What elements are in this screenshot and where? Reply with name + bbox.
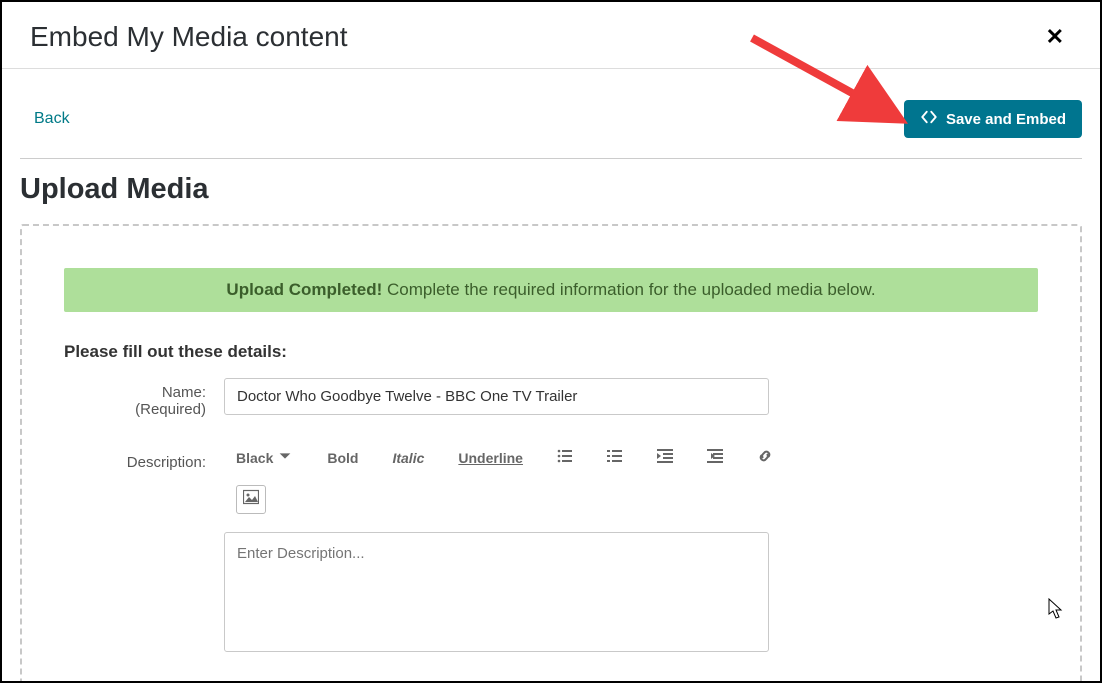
- form-instructions: Please fill out these details:: [64, 342, 1038, 362]
- insert-image-button[interactable]: [236, 485, 266, 514]
- name-label: Name: (Required): [64, 378, 224, 418]
- code-icon: [920, 110, 938, 128]
- save-and-embed-button[interactable]: Save and Embed: [904, 100, 1082, 138]
- link-button[interactable]: [757, 448, 773, 467]
- description-label: Description:: [64, 448, 224, 471]
- success-banner: Upload Completed! Complete the required …: [64, 268, 1038, 312]
- description-textarea[interactable]: [224, 532, 769, 652]
- name-label-text: Name:: [162, 384, 206, 401]
- numbered-list-icon: [607, 448, 623, 467]
- editor-toolbar-row2: [224, 485, 1038, 532]
- chevron-down-icon: [277, 448, 293, 467]
- name-row: Name: (Required): [64, 378, 1038, 418]
- description-field-col: Black Bold Italic Underline: [224, 448, 1038, 657]
- save-button-label: Save and Embed: [946, 111, 1066, 128]
- upload-panel: Upload Completed! Complete the required …: [20, 224, 1082, 681]
- modal-scroll-area[interactable]: Back Save and Embed Upload Media Upload …: [2, 72, 1100, 681]
- text-color-dropdown[interactable]: Black: [236, 448, 293, 467]
- name-input[interactable]: [224, 378, 769, 415]
- indent-button[interactable]: [707, 448, 723, 467]
- modal-content: Back Save and Embed Upload Media Upload …: [2, 72, 1100, 681]
- divider: [2, 68, 1100, 69]
- name-field-col: [224, 378, 1038, 415]
- description-row: Description: Black Bold Italic: [64, 448, 1038, 657]
- close-icon[interactable]: ✕: [1038, 20, 1072, 54]
- modal-title: Embed My Media content: [30, 21, 348, 53]
- action-bar: Back Save and Embed: [20, 72, 1082, 158]
- banner-text: Complete the required information for th…: [382, 280, 875, 299]
- editor-toolbar: Black Bold Italic Underline: [224, 448, 944, 485]
- bold-button[interactable]: Bold: [327, 450, 358, 466]
- modal-window: Embed My Media content ✕ Back Save and E…: [0, 0, 1102, 683]
- modal-header: Embed My Media content ✕: [2, 2, 1100, 68]
- image-icon: [243, 489, 259, 510]
- back-link[interactable]: Back: [20, 110, 70, 128]
- unordered-list-button[interactable]: [557, 448, 573, 467]
- description-label-text: Description:: [127, 454, 206, 471]
- outdent-button[interactable]: [657, 448, 673, 467]
- ordered-list-button[interactable]: [607, 448, 623, 467]
- bullet-list-icon: [557, 448, 573, 467]
- banner-strong: Upload Completed!: [226, 280, 382, 299]
- name-required-text: (Required): [64, 401, 206, 418]
- italic-button[interactable]: Italic: [392, 450, 424, 466]
- link-icon: [757, 448, 773, 467]
- indent-icon: [707, 448, 723, 467]
- text-color-label: Black: [236, 450, 273, 466]
- page-title: Upload Media: [20, 159, 1082, 224]
- outdent-icon: [657, 448, 673, 467]
- underline-button[interactable]: Underline: [458, 450, 523, 466]
